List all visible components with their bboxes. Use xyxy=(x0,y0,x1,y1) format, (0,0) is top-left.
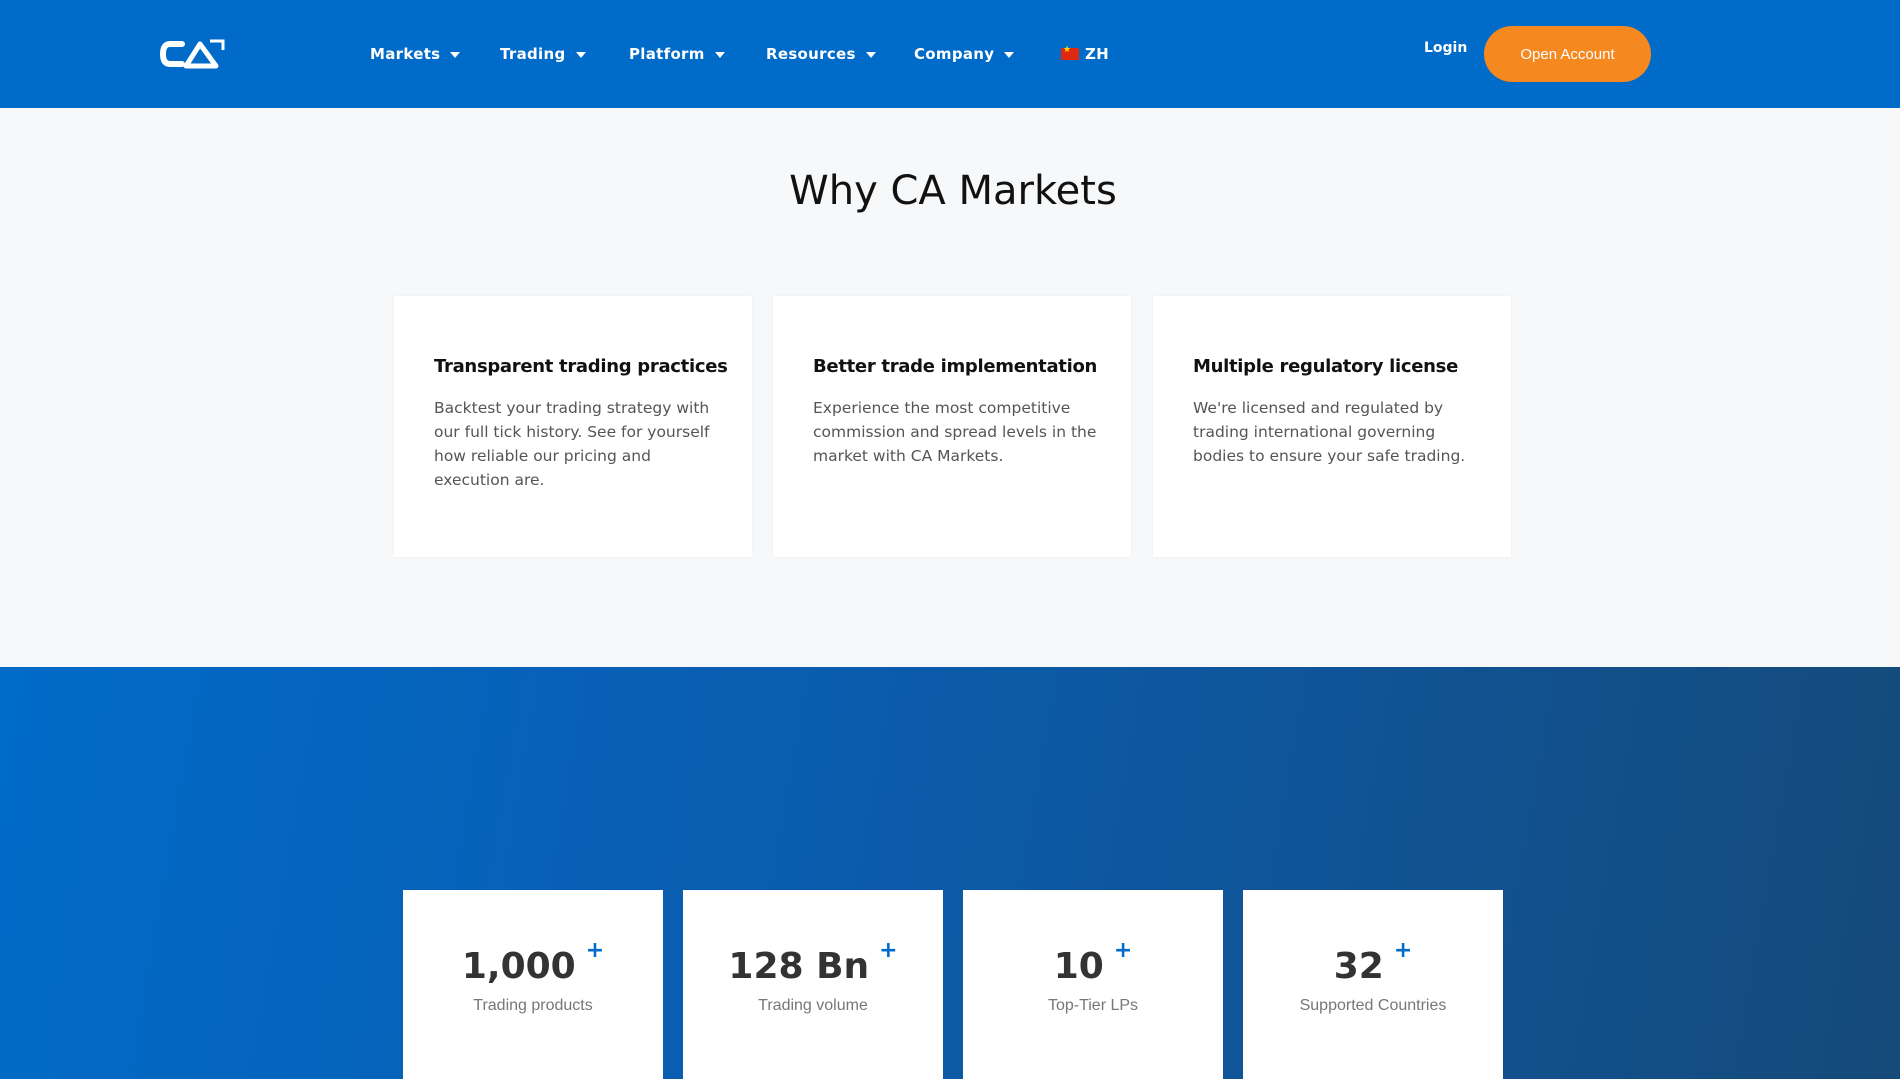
nav-company[interactable]: Company xyxy=(914,43,1015,65)
feature-card-text: Experience the most competitive commissi… xyxy=(813,399,1097,465)
stat-card: 1,000 + Trading products xyxy=(403,890,663,1079)
stat-number: 10 xyxy=(1053,946,1104,987)
stat-number: 128 Bn xyxy=(728,946,870,987)
nav-platform-label: Platform xyxy=(629,45,705,63)
chevron-down-icon xyxy=(714,52,725,58)
stat-label: Supported Countries xyxy=(1299,997,1447,1014)
nav-platform[interactable]: Platform xyxy=(629,43,725,65)
stat-value: 128 Bn + xyxy=(683,938,943,987)
section-title: Why CA Markets xyxy=(789,168,1117,214)
stats-section xyxy=(0,667,1900,1079)
chevron-down-icon xyxy=(1004,52,1015,58)
login-link[interactable]: Login xyxy=(1424,40,1467,56)
nav-trading-label: Trading xyxy=(500,45,566,63)
stat-card: 10 + Top-Tier LPs xyxy=(963,890,1223,1079)
feature-card: Transparent trading practices Backtest y… xyxy=(394,296,752,557)
nav-resources[interactable]: Resources xyxy=(766,43,876,65)
china-flag-icon: ★ xyxy=(1061,45,1079,60)
feature-card-title: Better trade implementation xyxy=(813,356,1098,377)
chevron-down-icon xyxy=(865,52,876,58)
stat-label: Trading products xyxy=(473,997,593,1014)
ca-logo[interactable] xyxy=(160,38,226,70)
stat-value: 32 + xyxy=(1243,938,1503,987)
feature-card: Multiple regulatory license We're licens… xyxy=(1153,296,1511,557)
plus-icon: + xyxy=(1113,938,1133,963)
feature-card-text: We're licensed and regulated by trading … xyxy=(1193,399,1466,465)
nav-markets-label: Markets xyxy=(370,45,441,63)
language-label: ZH xyxy=(1085,45,1110,63)
nav-resources-label: Resources xyxy=(766,45,856,63)
stat-value: 10 + xyxy=(963,938,1223,987)
chevron-down-icon xyxy=(575,52,586,58)
plus-icon: + xyxy=(879,938,898,963)
stat-label: Top-Tier LPs xyxy=(1047,997,1139,1014)
stat-card: 32 + Supported Countries xyxy=(1243,890,1503,1079)
open-account-button[interactable]: Open Account xyxy=(1484,26,1651,82)
feature-card: Better trade implementation Experience t… xyxy=(773,296,1131,557)
stat-number: 1,000 xyxy=(461,946,576,987)
plus-icon: + xyxy=(1393,938,1413,963)
language-switcher[interactable]: ★ ZH xyxy=(1061,43,1109,65)
feature-card-title: Transparent trading practices xyxy=(434,356,728,377)
nav-company-label: Company xyxy=(914,45,995,63)
stat-value: 1,000 + xyxy=(403,938,663,987)
feature-card-text: Backtest your trading strategy with our … xyxy=(434,399,710,489)
chevron-down-icon xyxy=(450,52,461,58)
nav-markets[interactable]: Markets xyxy=(370,43,461,65)
stat-number: 32 xyxy=(1333,946,1384,987)
stat-card: 128 Bn + Trading volume xyxy=(683,890,943,1079)
plus-icon: + xyxy=(585,938,605,963)
site-header: Markets Trading Platform Resources Compa… xyxy=(0,0,1900,108)
nav-trading[interactable]: Trading xyxy=(500,43,586,65)
stat-label: Trading volume xyxy=(758,997,868,1014)
feature-card-title: Multiple regulatory license xyxy=(1193,356,1459,377)
